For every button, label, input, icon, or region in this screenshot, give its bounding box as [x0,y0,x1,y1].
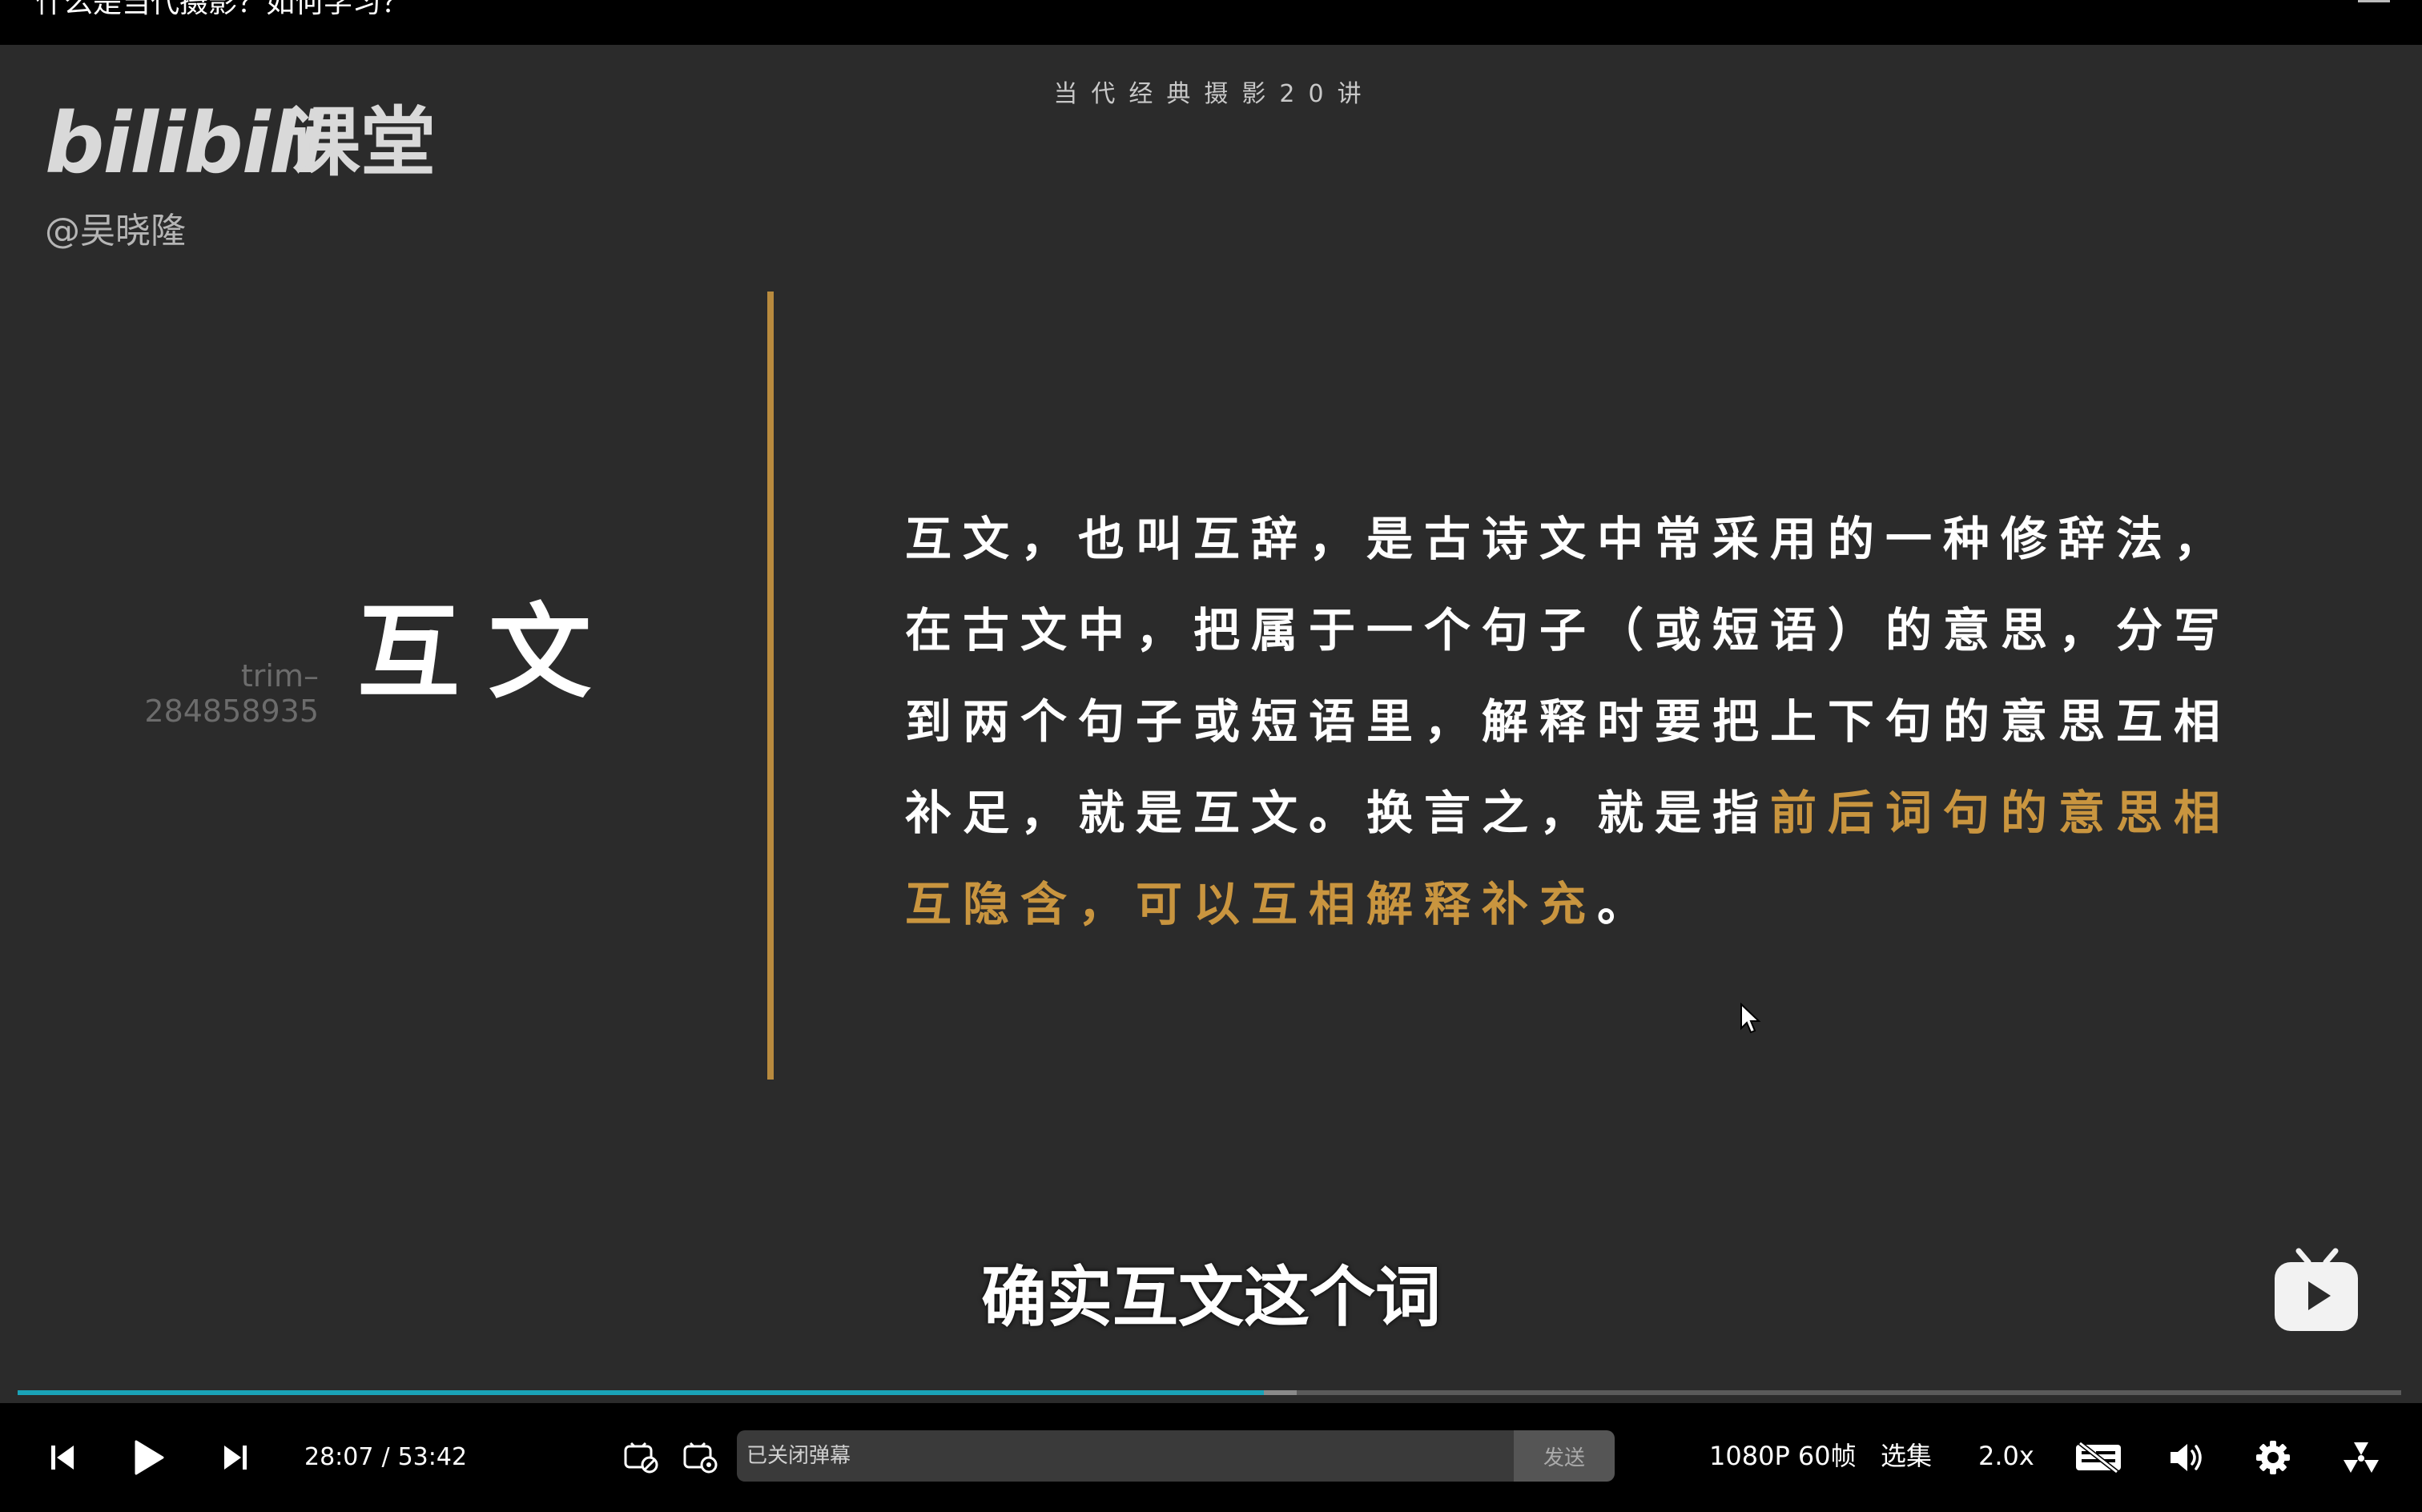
logo-wordmark: bilibili [45,94,324,192]
bilibili-tv-icon[interactable] [2271,1248,2361,1336]
episodes-button[interactable]: 选集 [1881,1435,1932,1477]
danmaku-input[interactable] [737,1430,1514,1482]
watermark-line1: trim– [240,658,319,694]
subtitle-caption: 确实互文这个词 [980,1260,1441,1336]
volume-icon [2171,1444,2202,1471]
bilibili-logo: bilibili 课堂 [45,91,436,195]
danmaku-toggle-button[interactable] [622,1403,660,1512]
fullscreen-button[interactable] [2340,1403,2382,1512]
player-app: 什么是当代摄影？如何学习？ bilibili 课堂 @吴晓隆 当代经典摄影20讲… [0,0,2422,1512]
danmaku-settings-button[interactable] [681,1403,719,1512]
current-time: 28:07 [304,1443,374,1471]
prev-icon [51,1446,74,1470]
next-icon [224,1446,247,1470]
watermark-line2: 284858935 [144,694,319,729]
play-button[interactable] [128,1403,170,1512]
time-separator: / [381,1443,390,1471]
progress-played [18,1390,1264,1395]
uploader-name: @吴晓隆 [45,211,186,251]
title-bar: 什么是当代摄影？如何学习？ [0,0,2422,45]
settings-icon [2256,1441,2290,1474]
prev-button[interactable] [43,1403,82,1512]
subtitle-toggle-button[interactable] [2073,1403,2124,1512]
subtitle-off-icon [2076,1441,2121,1474]
next-button[interactable] [216,1403,255,1512]
series-title: 当代经典摄影20讲 [1053,80,1375,108]
divider-line [767,292,774,1080]
volume-button[interactable] [2167,1403,2206,1512]
settings-button[interactable] [2254,1403,2292,1512]
concept-heading: 互文 [357,593,621,713]
video-title: 什么是当代摄影？如何学习？ [35,0,411,19]
time-display: 28:07/53:42 [304,1438,467,1477]
danmaku-settings-icon [683,1442,718,1474]
menu-icon[interactable] [2358,0,2390,6]
mouse-cursor-icon [1740,1003,1762,1035]
definition-text: 互文，也叫互辞，是古诗文中常采用的一种修辞法，在古文中，把属于一个句子（或短语）… [905,493,2235,950]
video-frame[interactable]: bilibili 课堂 @吴晓隆 当代经典摄影20讲 trim– 2848589… [0,45,2422,1390]
send-button[interactable]: 发送 [1514,1430,1615,1482]
progress-bar[interactable] [18,1390,2401,1395]
control-bar: 28:07/53:42 发送 1080P 60帧 选集 2.0x [0,1403,2422,1512]
logo-cn: 课堂 [285,99,437,187]
speed-button[interactable]: 2.0x [1978,1435,2034,1477]
total-time: 53:42 [397,1443,468,1471]
watermark: trim– 284858935 [120,658,319,729]
quality-button[interactable]: 1080P 60帧 [1709,1435,1857,1477]
definition-end: 。 [1597,877,1656,931]
play-icon [135,1440,164,1475]
fullscreen-icon [2344,1442,2379,1473]
danmaku-toggle-icon [624,1442,658,1474]
